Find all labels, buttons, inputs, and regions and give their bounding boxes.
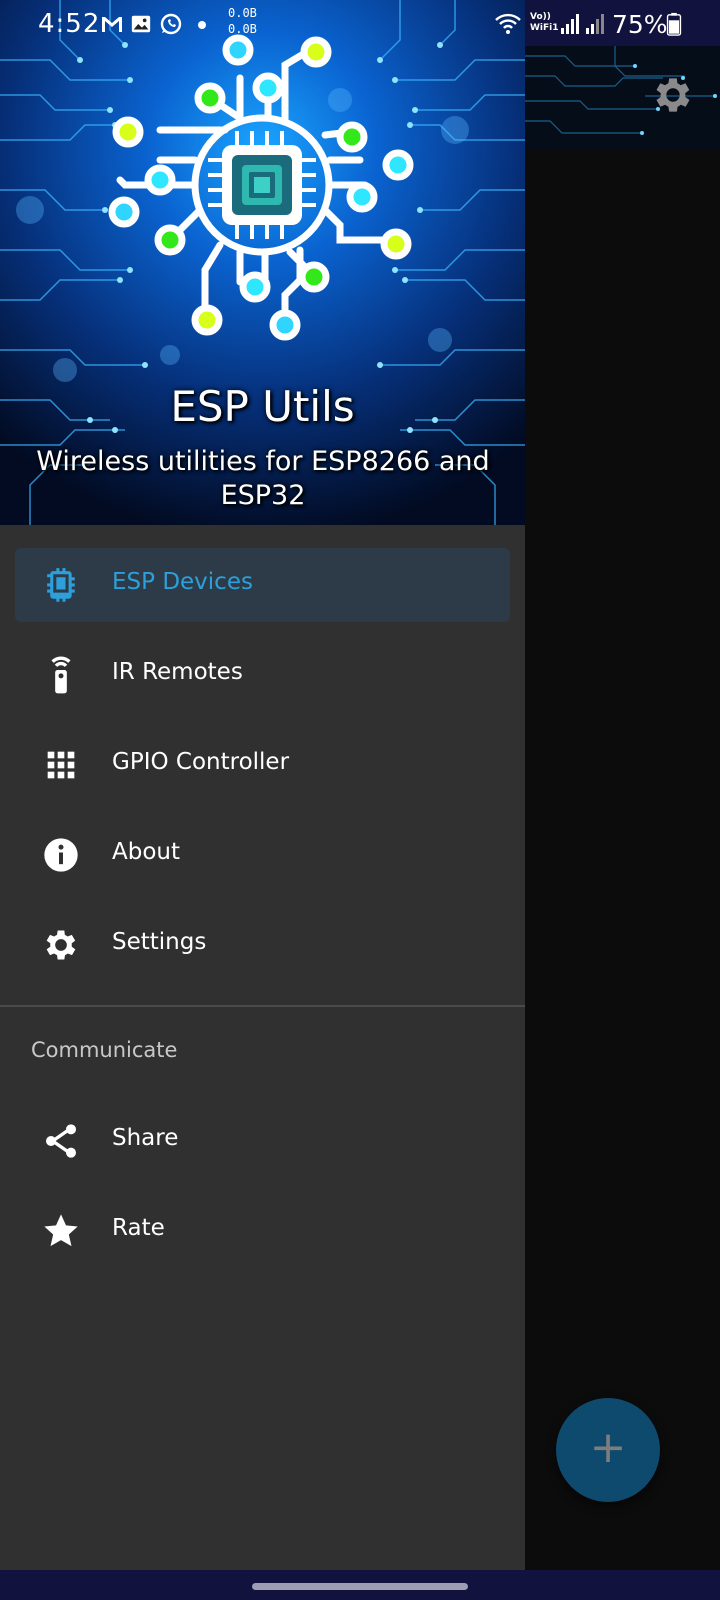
net-speed-down: 0.0B: [228, 22, 257, 36]
whatsapp-icon: [160, 13, 182, 35]
nav-item-label: About: [112, 839, 181, 865]
nav-item-label: Settings: [112, 929, 207, 955]
info-icon: [44, 838, 78, 872]
status-time: 4:52: [38, 9, 101, 39]
share-icon: [46, 1124, 76, 1158]
nav-item-rate[interactable]: Rate: [15, 1194, 510, 1268]
star-icon: [44, 1214, 78, 1247]
grid-icon: [47, 751, 75, 779]
section-title-communicate: Communicate: [31, 1038, 178, 1062]
nav-item-esp-devices[interactable]: ESP Devices: [15, 548, 510, 622]
vowifi-indicator: Vo)) WiFi1: [530, 12, 559, 34]
gmail-icon: [102, 17, 122, 32]
drawer-header: ESP Utils Wireless utilities for ESP8266…: [0, 0, 525, 525]
nav-item-gpio-controller[interactable]: GPIO Controller: [15, 728, 510, 802]
gear-icon: [46, 930, 76, 960]
app-subtitle: Wireless utilities for ESP8266 and ESP32: [36, 446, 490, 511]
nav-item-settings[interactable]: Settings: [15, 908, 510, 982]
app-title: ESP Utils: [170, 382, 355, 431]
nav-item-ir-remotes[interactable]: IR Remotes: [15, 638, 510, 712]
nav-item-label: Share: [112, 1125, 179, 1151]
signal-icon: [586, 14, 604, 34]
wifi-icon: [495, 13, 521, 34]
gear-icon[interactable]: [650, 72, 696, 118]
nav-item-label: ESP Devices: [112, 569, 253, 595]
add-device-fab[interactable]: +: [556, 1398, 660, 1502]
nav-item-share[interactable]: Share: [15, 1104, 510, 1178]
dot-icon: [198, 21, 206, 29]
drawer-divider: [0, 1005, 525, 1007]
nav-item-label: IR Remotes: [112, 659, 243, 685]
plus-icon: +: [589, 1422, 627, 1473]
battery-icon: [666, 12, 682, 36]
status-bar: 4:52 0.0B 0.0B Vo)) WiFi1 75%: [0, 0, 720, 50]
signal-icon: [561, 14, 579, 34]
navigation-drawer: ESP Utils Wireless utilities for ESP8266…: [0, 0, 525, 1570]
remote-icon: [51, 656, 71, 694]
chip-icon: [47, 568, 75, 602]
gallery-icon: [131, 15, 151, 33]
system-navigation-bar: [0, 1570, 720, 1600]
home-gesture-handle[interactable]: [252, 1583, 468, 1590]
net-speed: 0.0B 0.0B: [228, 5, 257, 37]
nav-item-label: GPIO Controller: [112, 749, 290, 775]
net-speed-up: 0.0B: [228, 6, 257, 20]
vowifi-line2: WiFi1: [530, 23, 559, 33]
nav-item-about[interactable]: About: [15, 818, 510, 892]
nav-item-label: Rate: [112, 1215, 165, 1241]
battery-percent: 75%: [612, 10, 668, 39]
vowifi-line1: Vo)): [530, 12, 551, 22]
